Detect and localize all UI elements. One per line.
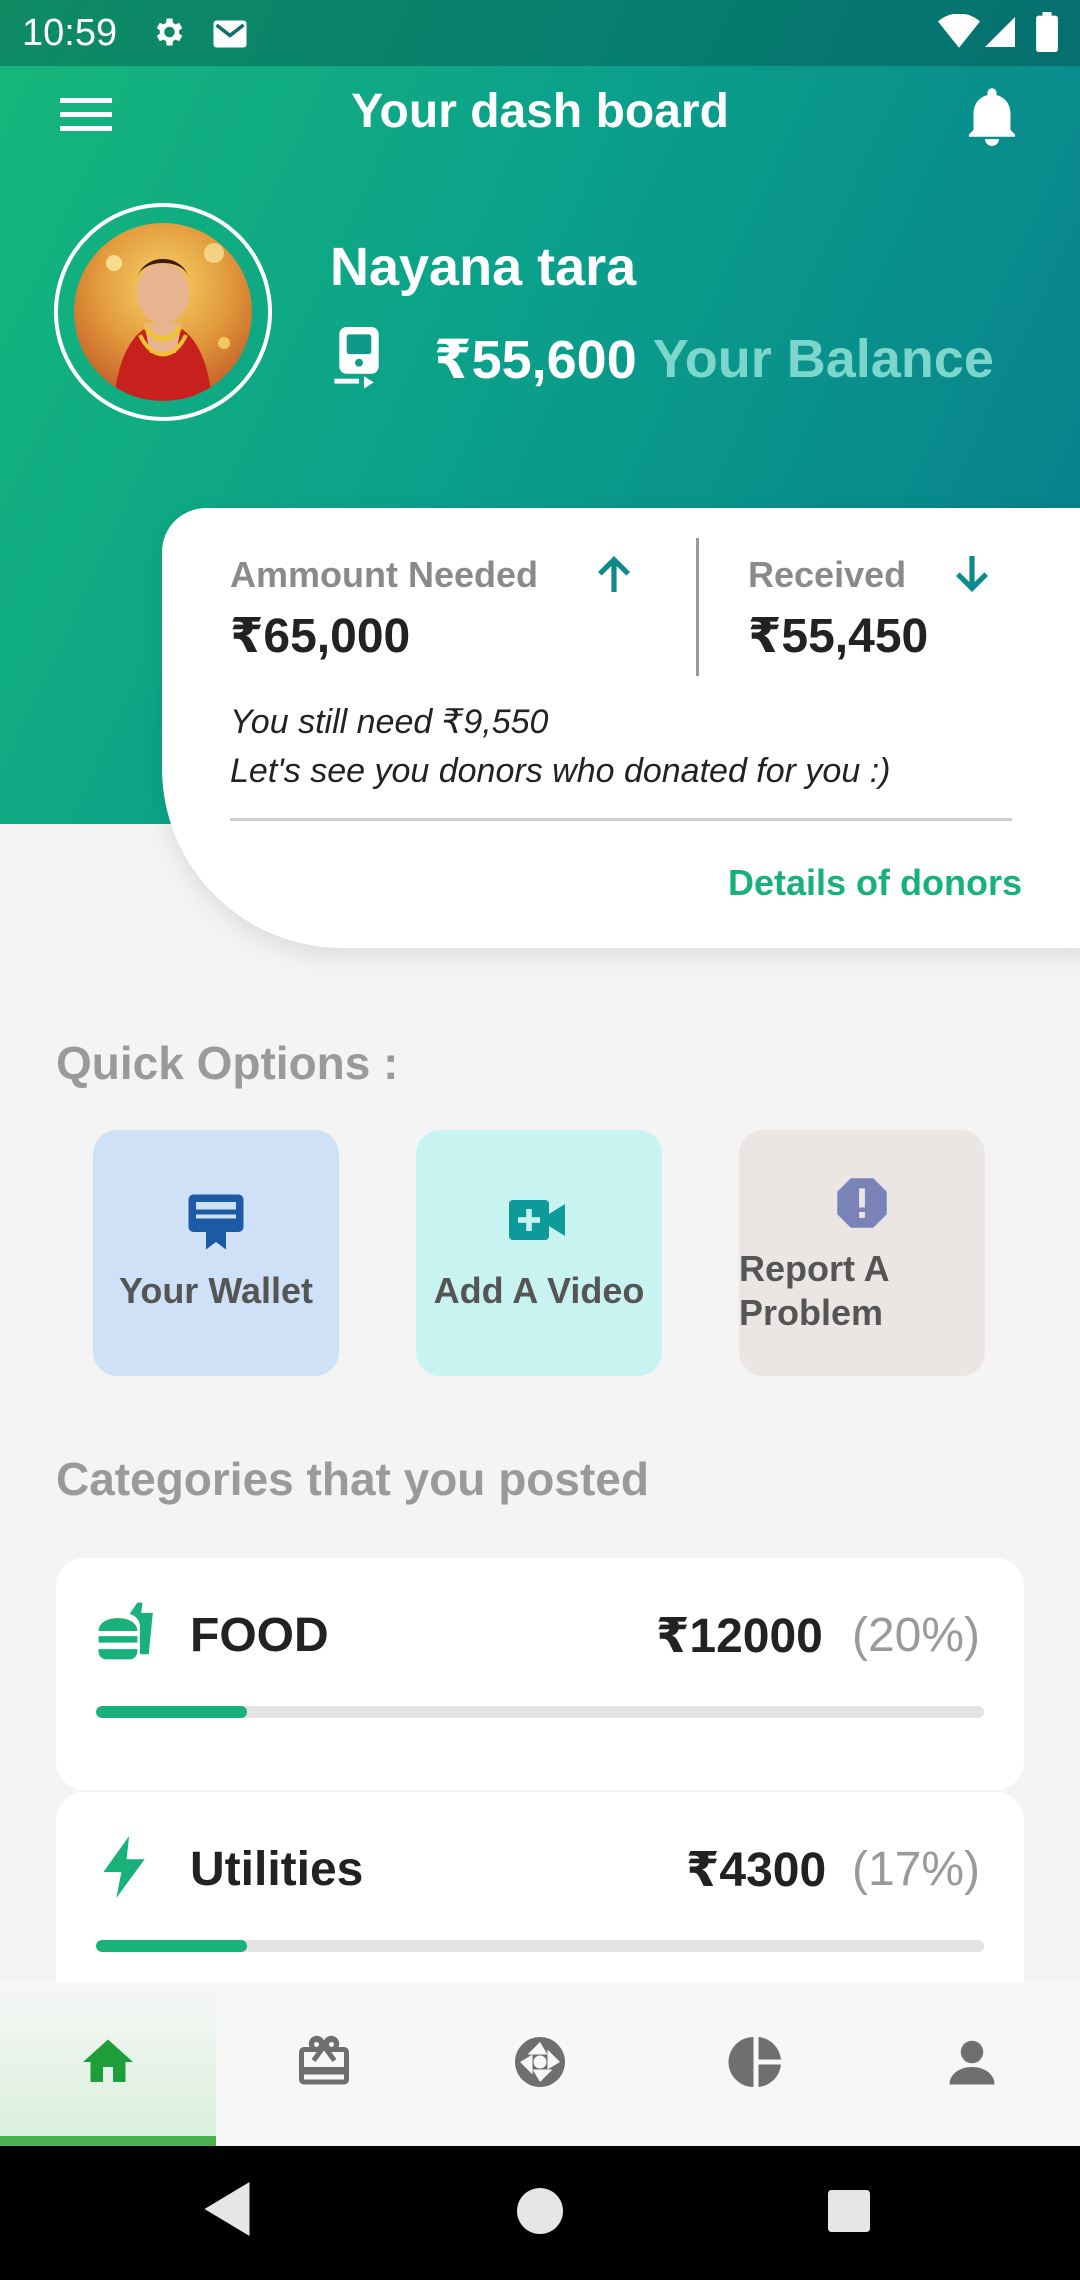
summary-divider [696, 538, 699, 676]
add-video-button[interactable]: Add A Video [416, 1130, 662, 1376]
recents-square-icon [828, 2190, 870, 2232]
your-wallet-button[interactable]: Your Wallet [93, 1130, 339, 1376]
status-bar: 10:59 [0, 0, 1080, 66]
battery-icon [1036, 12, 1058, 62]
arrow-down-icon [948, 550, 996, 603]
status-time: 10:59 [22, 12, 118, 54]
nav-item-profile[interactable] [864, 1982, 1080, 2146]
wallet-icon [186, 1194, 246, 1255]
nav-item-camera[interactable] [432, 1982, 648, 2146]
summary-rule [230, 818, 1012, 821]
aperture-icon [510, 2032, 570, 2097]
quick-options-title: Quick Options : [56, 1037, 399, 1089]
signal-icon [982, 14, 1018, 60]
report-problem-button[interactable]: Report A Problem [739, 1130, 985, 1376]
nav-active-indicator [0, 2136, 216, 2146]
nav-item-gifts[interactable] [216, 1982, 432, 2146]
category-progress-track [96, 1940, 984, 1952]
categories-title: Categories that you posted [56, 1453, 649, 1505]
amount-needed-label: Ammount Needed [230, 554, 539, 595]
balance-amount: ₹55,600 [434, 329, 637, 390]
person-icon [942, 2032, 1002, 2097]
amount-needed-value: ₹65,000 [230, 610, 411, 663]
system-navigation-bar [0, 2146, 1080, 2280]
category-amount: ₹4300 [686, 1844, 827, 1897]
home-system-button[interactable] [517, 2188, 563, 2239]
received-value: ₹55,450 [748, 610, 929, 663]
nav-item-stats[interactable] [648, 1982, 864, 2146]
summary-card: Ammount Needed ₹65,000 Received ₹55,450 … [162, 508, 1080, 948]
home-icon [78, 2032, 138, 2097]
back-triangle-icon [204, 2182, 250, 2236]
report-problem-label-line1: Report A [739, 1248, 890, 1289]
category-progress-fill [96, 1940, 247, 1952]
gmail-icon [212, 16, 248, 59]
arrow-up-icon [590, 550, 638, 603]
category-progress-track [96, 1706, 984, 1718]
home-circle-icon [517, 2188, 563, 2234]
bottom-navigation [0, 1982, 1080, 2146]
remaining-note: You still need ₹9,550 [230, 703, 549, 741]
video-add-icon [509, 1200, 565, 1245]
page-title: Your dash board [351, 85, 729, 138]
alert-icon [835, 1176, 889, 1235]
profile-photo [106, 243, 230, 401]
bolt-icon [96, 1836, 152, 1903]
balance-row: ₹55,600 Your Balance [334, 322, 994, 396]
report-problem-label-line2: Problem [739, 1292, 884, 1333]
user-name: Nayana tara [330, 237, 637, 297]
wifi-icon [938, 13, 980, 60]
balance-label: Your Balance [652, 329, 994, 389]
category-name: Utilities [190, 1843, 364, 1896]
category-percent: (20%) [851, 1609, 980, 1662]
category-name: FOOD [190, 1609, 329, 1662]
pie-chart-icon [726, 2032, 786, 2097]
back-button[interactable] [204, 2182, 250, 2241]
received-label: Received [748, 554, 907, 595]
notifications-button[interactable] [964, 86, 1020, 151]
atm-machine-icon [334, 327, 379, 389]
recents-button[interactable] [828, 2190, 870, 2237]
bell-icon [968, 88, 1016, 146]
nav-item-home[interactable] [0, 1982, 216, 2146]
donors-note: Let's see you donors who donated for you… [230, 752, 891, 790]
category-card-food[interactable]: FOOD ₹12000 (20%) [56, 1558, 1024, 1790]
details-of-donors-link[interactable]: Details of donors [728, 862, 1022, 904]
food-icon [96, 1600, 158, 1667]
your-wallet-label: Your Wallet [118, 1270, 313, 1311]
category-percent: (17%) [851, 1843, 980, 1896]
category-progress-fill [96, 1706, 247, 1718]
category-amount: ₹12000 [656, 1610, 823, 1663]
category-card-utilities[interactable]: Utilities ₹4300 (17%) [56, 1792, 1024, 1982]
gift-icon [294, 2032, 354, 2097]
avatar[interactable] [74, 223, 252, 401]
add-video-label: Add A Video [433, 1270, 645, 1311]
settings-icon [150, 14, 186, 60]
